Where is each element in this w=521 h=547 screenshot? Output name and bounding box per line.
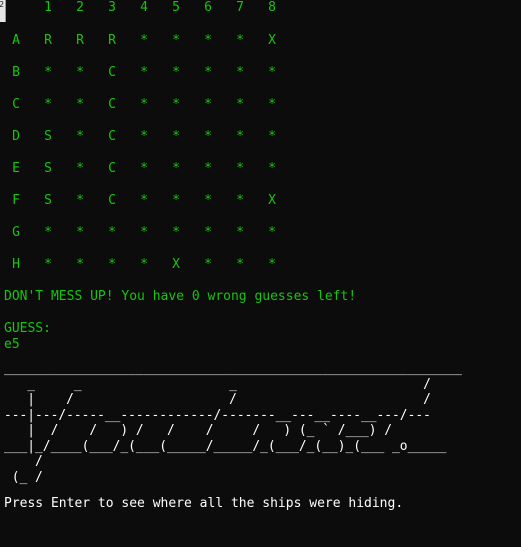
- column-label: 8: [268, 0, 276, 15]
- window-edge-stub: 2: [0, 0, 6, 22]
- board-cell: *: [76, 65, 84, 80]
- board-cell: S: [44, 129, 52, 144]
- board-cell: S: [44, 161, 52, 176]
- board-cell: *: [204, 129, 212, 144]
- console-window: 2 1 2 3 4 5 6 7 8 A R R R * * * * X B * * C * * * * * C * * C * * * * * D S *…: [0, 0, 521, 547]
- column-label: 3: [108, 0, 116, 15]
- column-label: 7: [236, 0, 244, 15]
- board-cell: *: [268, 97, 276, 112]
- you-lose-banner: ________________________________________…: [4, 361, 462, 485]
- board-cell: *: [268, 225, 276, 240]
- board-cell: *: [44, 257, 52, 272]
- press-enter-message: Press Enter to see where all the ships w…: [4, 496, 404, 511]
- board-cell: *: [140, 65, 148, 80]
- board-cell: *: [76, 161, 84, 176]
- edge-glyph: 2: [0, 0, 5, 9]
- board-cell: *: [236, 225, 244, 240]
- column-label: 2: [76, 0, 84, 15]
- board-cell: *: [140, 97, 148, 112]
- board-cell: S: [44, 193, 52, 208]
- board-cell: *: [172, 129, 180, 144]
- board-cell: *: [76, 193, 84, 208]
- row-label: D: [12, 129, 20, 144]
- board-cell: C: [108, 65, 116, 80]
- board-cell: *: [140, 129, 148, 144]
- board-cell: *: [140, 161, 148, 176]
- board-cell: *: [236, 97, 244, 112]
- board-cell: *: [172, 33, 180, 48]
- row-label: F: [12, 193, 20, 208]
- board-cell: *: [140, 193, 148, 208]
- column-label: 6: [204, 0, 212, 15]
- board-cell: *: [236, 257, 244, 272]
- board-cell: *: [108, 225, 116, 240]
- board-cell: *: [236, 161, 244, 176]
- board-cell: R: [44, 33, 52, 48]
- board-cell: *: [140, 257, 148, 272]
- board-cell: *: [236, 33, 244, 48]
- board-cell: *: [268, 257, 276, 272]
- row-label: E: [12, 161, 20, 176]
- board-cell: R: [76, 33, 84, 48]
- board-cell: C: [108, 97, 116, 112]
- column-label: 1: [44, 0, 52, 15]
- guess-input[interactable]: e5: [4, 336, 20, 353]
- board-cell: C: [108, 193, 116, 208]
- board-cell: *: [236, 193, 244, 208]
- board-cell: *: [268, 65, 276, 80]
- board-cell: X: [268, 33, 276, 48]
- board-cell: *: [76, 225, 84, 240]
- board-cell: *: [44, 65, 52, 80]
- board-cell: *: [236, 129, 244, 144]
- row-label: C: [12, 97, 20, 112]
- row-label: A: [12, 33, 20, 48]
- board-cell: *: [76, 97, 84, 112]
- board-cell: *: [268, 129, 276, 144]
- board-cell: X: [268, 193, 276, 208]
- board-cell: *: [172, 65, 180, 80]
- board-cell: *: [108, 257, 116, 272]
- board-cell: *: [204, 193, 212, 208]
- board-cell: *: [204, 97, 212, 112]
- board-cell: X: [172, 257, 180, 272]
- column-label: 4: [140, 0, 148, 15]
- board-cell: *: [236, 65, 244, 80]
- board-cell: *: [204, 161, 212, 176]
- row-label: H: [12, 257, 20, 272]
- board-cell: *: [204, 257, 212, 272]
- board-cell: *: [172, 193, 180, 208]
- board-cell: *: [44, 97, 52, 112]
- board-cell: *: [172, 97, 180, 112]
- board-cell: *: [172, 225, 180, 240]
- board-cell: R: [108, 33, 116, 48]
- column-label: 5: [172, 0, 180, 15]
- board-cell: *: [44, 225, 52, 240]
- board-cell: *: [204, 65, 212, 80]
- board-cell: *: [76, 257, 84, 272]
- board-cell: *: [140, 33, 148, 48]
- board-cell: C: [108, 129, 116, 144]
- row-label: G: [12, 225, 20, 240]
- board-cell: C: [108, 161, 116, 176]
- row-label: B: [12, 65, 20, 80]
- board-cell: *: [204, 225, 212, 240]
- guess-prompt: GUESS:: [4, 321, 51, 336]
- board-cell: *: [204, 33, 212, 48]
- board-cell: *: [172, 161, 180, 176]
- board-cell: *: [268, 161, 276, 176]
- board-cell: *: [76, 129, 84, 144]
- board-cell: *: [140, 225, 148, 240]
- warning-message: DON'T MESS UP! You have 0 wrong guesses …: [4, 289, 357, 304]
